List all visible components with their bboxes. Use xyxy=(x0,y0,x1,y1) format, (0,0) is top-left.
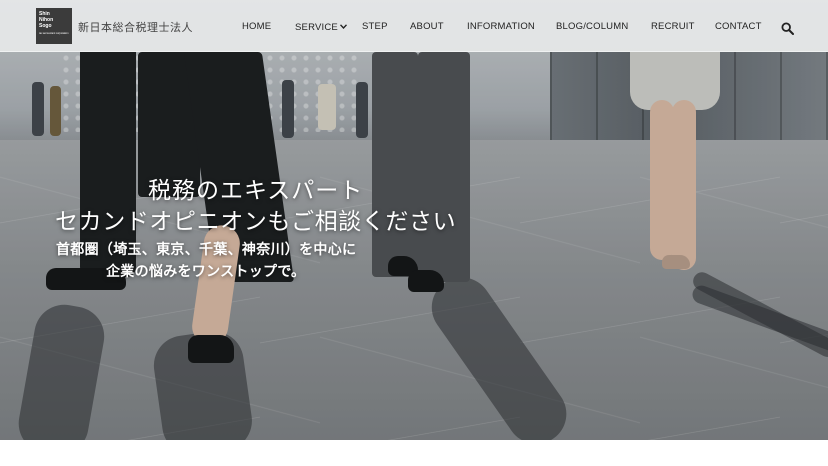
chevron-down-icon xyxy=(339,21,347,32)
logo-tagline: tax accountant corporation xyxy=(39,32,69,35)
nav-item-blog-column[interactable]: BLOG/COLUMN xyxy=(556,21,628,32)
nav-item-label: BLOG/COLUMN xyxy=(556,21,629,32)
nav-item-label: STEP xyxy=(362,21,388,32)
nav-item-label: CONTACT xyxy=(715,21,762,32)
nav-item-label: RECRUIT xyxy=(651,21,695,32)
nav-item-label: INFORMATION xyxy=(467,21,535,32)
hero-headline-line1: 税務のエキスパート xyxy=(148,178,364,204)
company-logo[interactable]: Shin Nihon Sogo tax accountant corporati… xyxy=(36,8,72,44)
hero-headline-line2: セカンドオピニオンもご相談ください xyxy=(55,209,457,235)
nav-item-label: HOME xyxy=(242,21,272,32)
hero-subtext-line1: 首都圏（埼玉、東京、千葉、神奈川）を中心に xyxy=(56,242,357,258)
hero-subtext-line2: 企業の悩みをワンストップで。 xyxy=(106,264,306,280)
site-header: Shin Nihon Sogo tax accountant corporati… xyxy=(0,0,828,52)
hero-background: 税務のエキスパート セカンドオピニオンもご相談ください 首都圏（埼玉、東京、千葉… xyxy=(0,0,828,440)
nav-item-information[interactable]: INFORMATION xyxy=(467,21,535,32)
nav-item-home[interactable]: HOME xyxy=(242,21,271,32)
nav-item-recruit[interactable]: RECRUIT xyxy=(651,21,695,32)
search-icon[interactable] xyxy=(781,20,794,35)
nav-item-label: SERVICE xyxy=(295,22,338,33)
brand-name[interactable]: 新日本総合税理士法人 xyxy=(78,19,193,35)
nav-item-step[interactable]: STEP xyxy=(362,21,388,32)
logo-text-line: Sogo xyxy=(39,23,52,29)
nav-item-contact[interactable]: CONTACT xyxy=(715,21,762,32)
nav-item-about[interactable]: ABOUT xyxy=(410,21,444,32)
page-bottom-strip xyxy=(0,440,828,466)
nav-item-label: ABOUT xyxy=(410,21,444,32)
nav-item-service[interactable]: SERVICE xyxy=(295,21,347,33)
